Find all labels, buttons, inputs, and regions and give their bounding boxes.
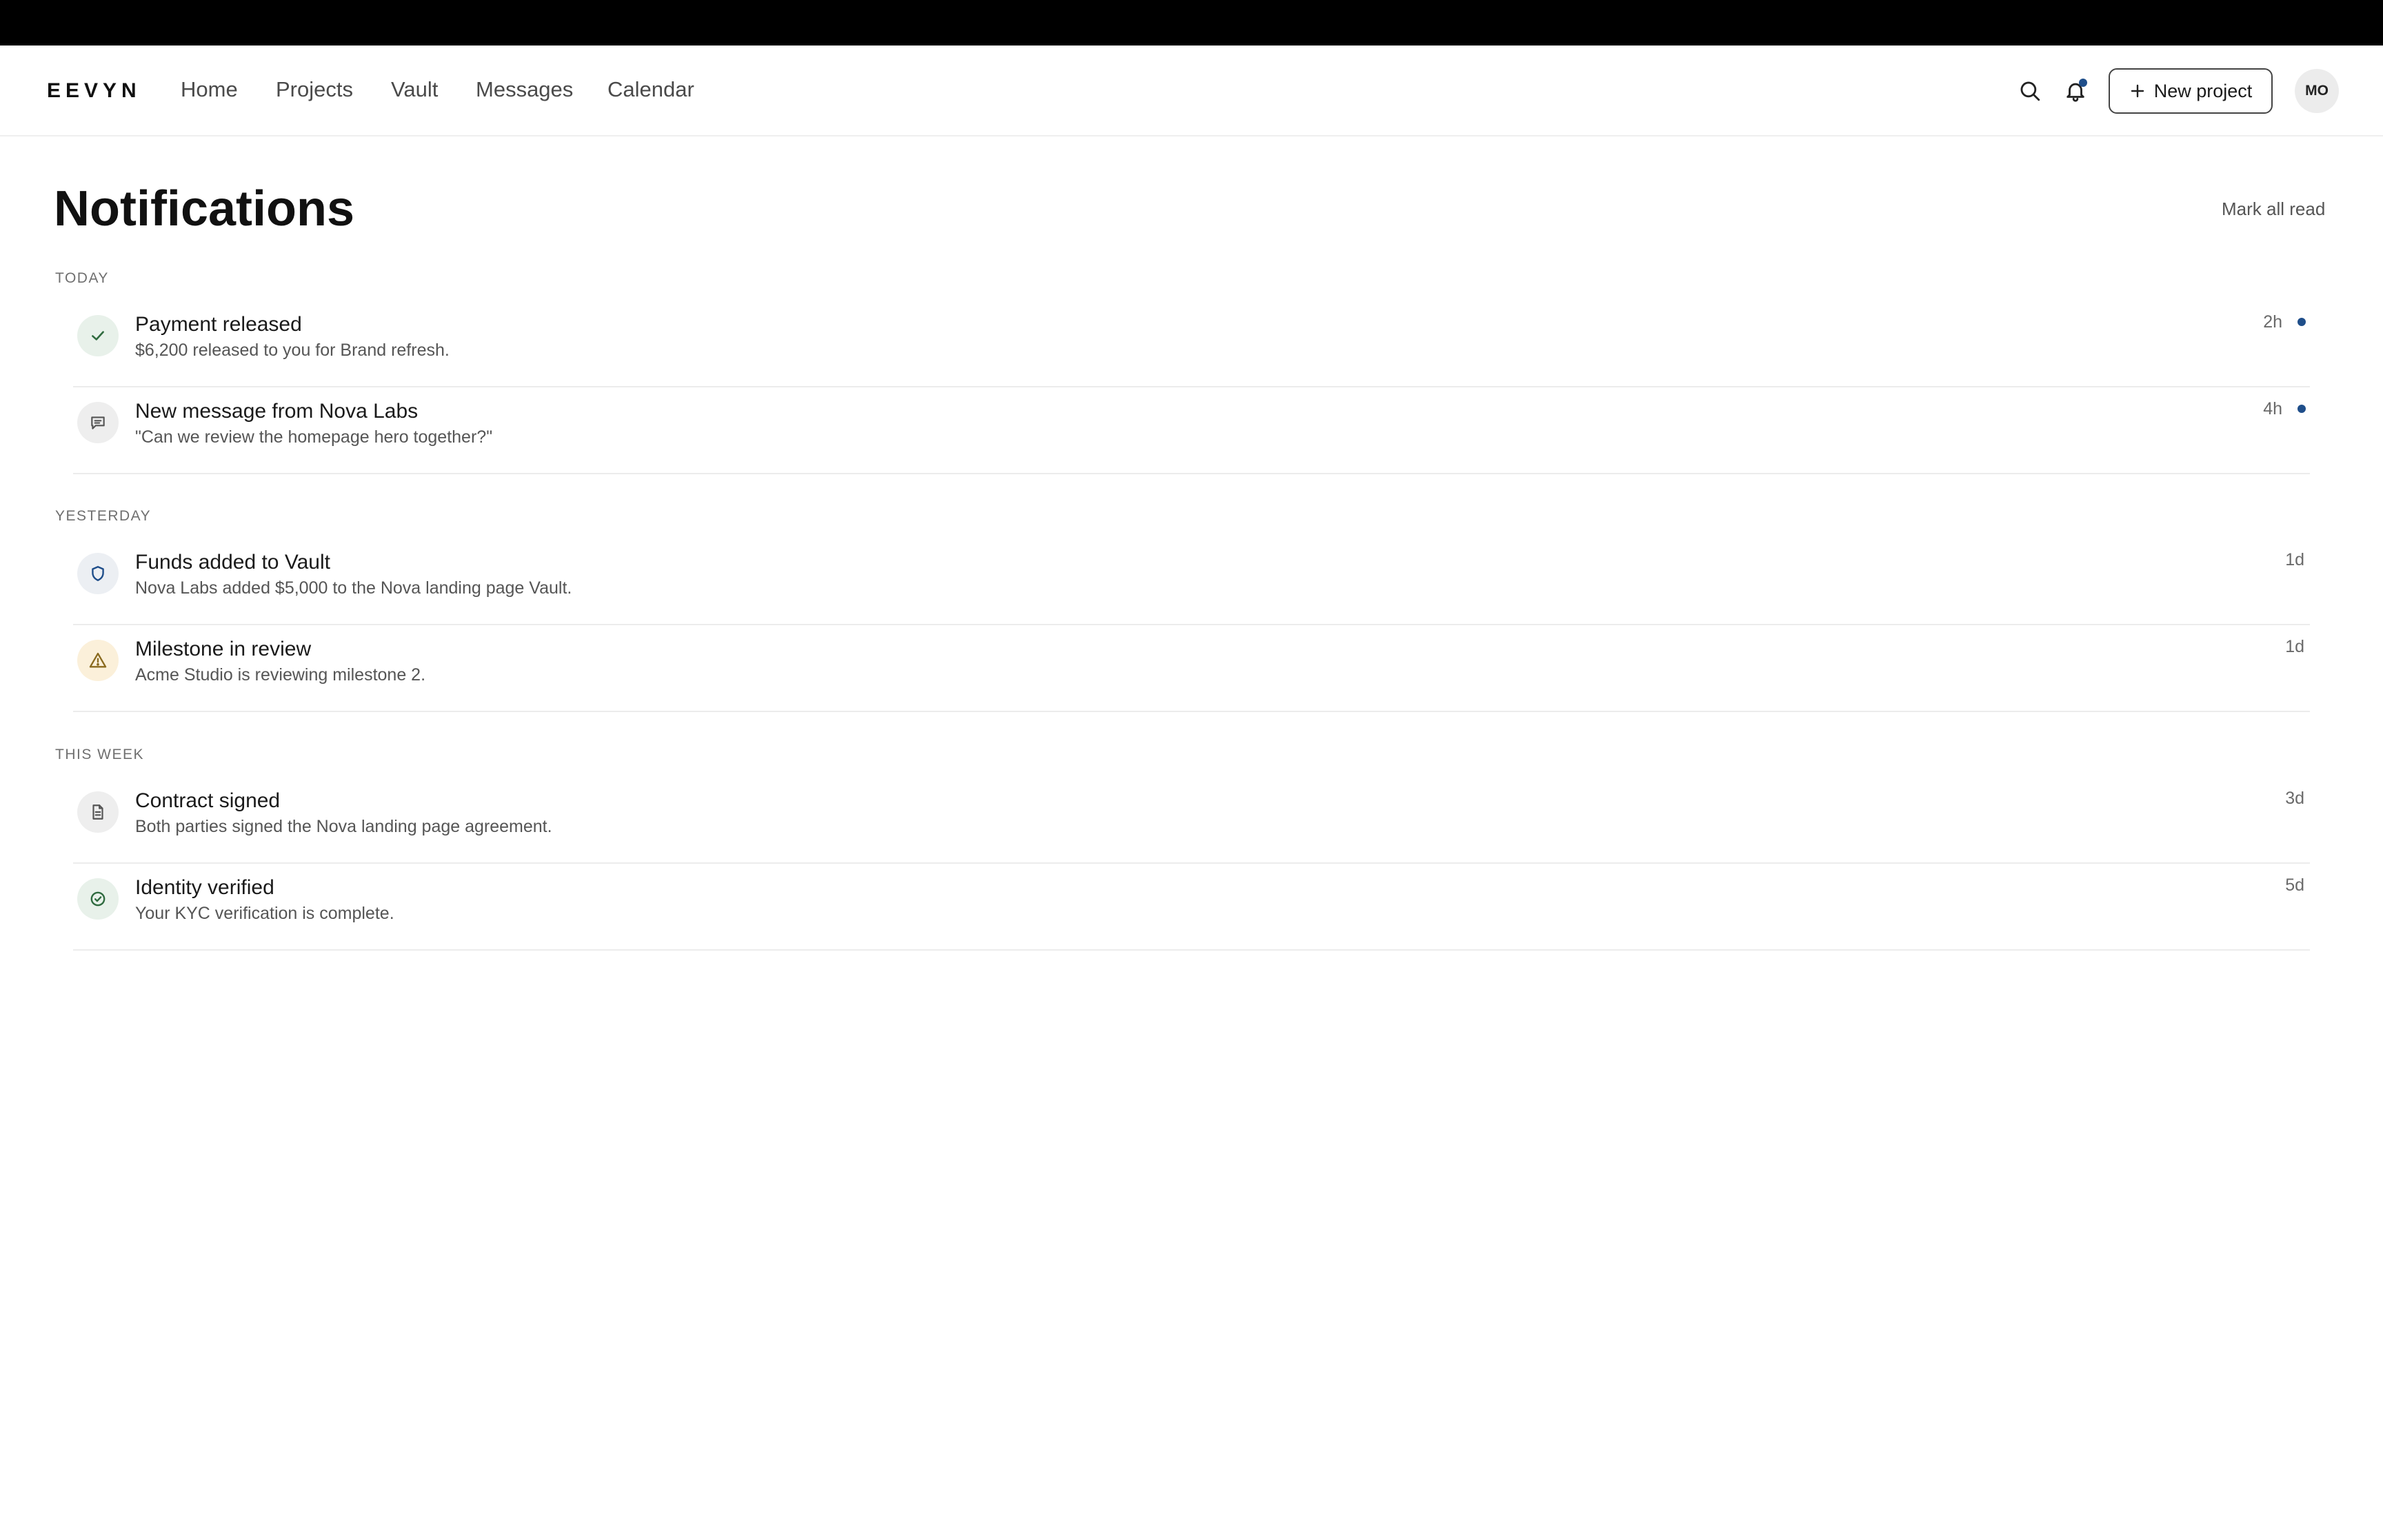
top-bar xyxy=(0,0,2383,45)
notification-body: "Can we review the homepage hero togethe… xyxy=(135,427,493,447)
notification-time: 5d xyxy=(2285,875,2304,895)
search-icon xyxy=(2020,81,2040,101)
notification-title: Contract signed xyxy=(135,789,281,812)
notification-body: Your KYC verification is complete. xyxy=(135,904,394,923)
unread-indicator-dot xyxy=(2079,79,2087,87)
notification-icon-badge xyxy=(77,315,119,356)
notification-time: 3d xyxy=(2285,789,2304,808)
notification-item[interactable]: Funds added to Vault Nova Labs added $5,… xyxy=(73,538,2310,625)
warning-icon xyxy=(89,652,107,668)
notification-item[interactable]: Payment released $6,200 released to you … xyxy=(73,301,2310,387)
notification-time: 2h xyxy=(2263,312,2282,332)
notification-title: Payment released xyxy=(135,313,302,336)
notification-icon-badge xyxy=(77,402,119,443)
section-label-today: TODAY xyxy=(55,270,109,286)
nav-link-home[interactable]: Home xyxy=(181,76,238,103)
notification-body: Acme Studio is reviewing milestone 2. xyxy=(135,665,426,685)
nav-link-calendar[interactable]: Calendar xyxy=(607,76,694,103)
section-label-this-week: THIS WEEK xyxy=(55,747,145,762)
new-project-button[interactable]: New project xyxy=(2109,68,2273,114)
message-icon xyxy=(91,416,105,429)
check-circle-icon xyxy=(90,891,105,906)
notification-icon-badge xyxy=(77,791,119,833)
top-navigation: EEVYN Home Projects Vault Messages Calen… xyxy=(0,45,2383,136)
unread-dot xyxy=(2297,405,2306,413)
mark-all-read-button[interactable]: Mark all read xyxy=(2222,197,2325,221)
notification-time: 1d xyxy=(2285,637,2304,656)
plus-icon xyxy=(2131,84,2144,98)
check-icon xyxy=(92,331,104,341)
nav-link-vault[interactable]: Vault xyxy=(391,76,438,103)
section-label-yesterday: YESTERDAY xyxy=(55,508,152,524)
notification-icon-badge xyxy=(77,878,119,920)
nav-link-messages[interactable]: Messages xyxy=(476,76,573,103)
notification-icon-badge xyxy=(77,553,119,594)
document-icon xyxy=(92,804,103,820)
notification-title: Funds added to Vault xyxy=(135,551,330,574)
notification-time: 1d xyxy=(2285,550,2304,569)
notification-body: $6,200 released to you for Brand refresh… xyxy=(135,341,450,360)
notification-item[interactable]: Identity verified Your KYC verification … xyxy=(73,864,2310,951)
avatar[interactable]: MO xyxy=(2295,69,2339,113)
notification-title: Identity verified xyxy=(135,876,274,899)
unread-dot xyxy=(2297,318,2306,326)
notification-icon-badge xyxy=(77,640,119,681)
notification-body: Nova Labs added $5,000 to the Nova landi… xyxy=(135,578,572,598)
nav-link-projects[interactable]: Projects xyxy=(276,76,353,103)
logo[interactable]: EEVYN xyxy=(47,78,141,104)
notification-item[interactable]: Contract signed Both parties signed the … xyxy=(73,777,2310,864)
page-title: Notifications xyxy=(54,181,355,236)
notification-title: New message from Nova Labs xyxy=(135,400,419,423)
notification-body: Both parties signed the Nova landing pag… xyxy=(135,817,552,836)
notification-item[interactable]: Milestone in review Acme Studio is revie… xyxy=(73,625,2310,712)
search-button[interactable] xyxy=(2012,73,2048,109)
notification-time: 4h xyxy=(2263,399,2282,418)
shield-icon xyxy=(92,566,104,581)
notification-item[interactable]: New message from Nova Labs "Can we revie… xyxy=(73,387,2310,474)
new-project-label: New project xyxy=(2153,80,2253,101)
notifications-button[interactable] xyxy=(2058,73,2093,109)
notification-title: Milestone in review xyxy=(135,638,312,660)
